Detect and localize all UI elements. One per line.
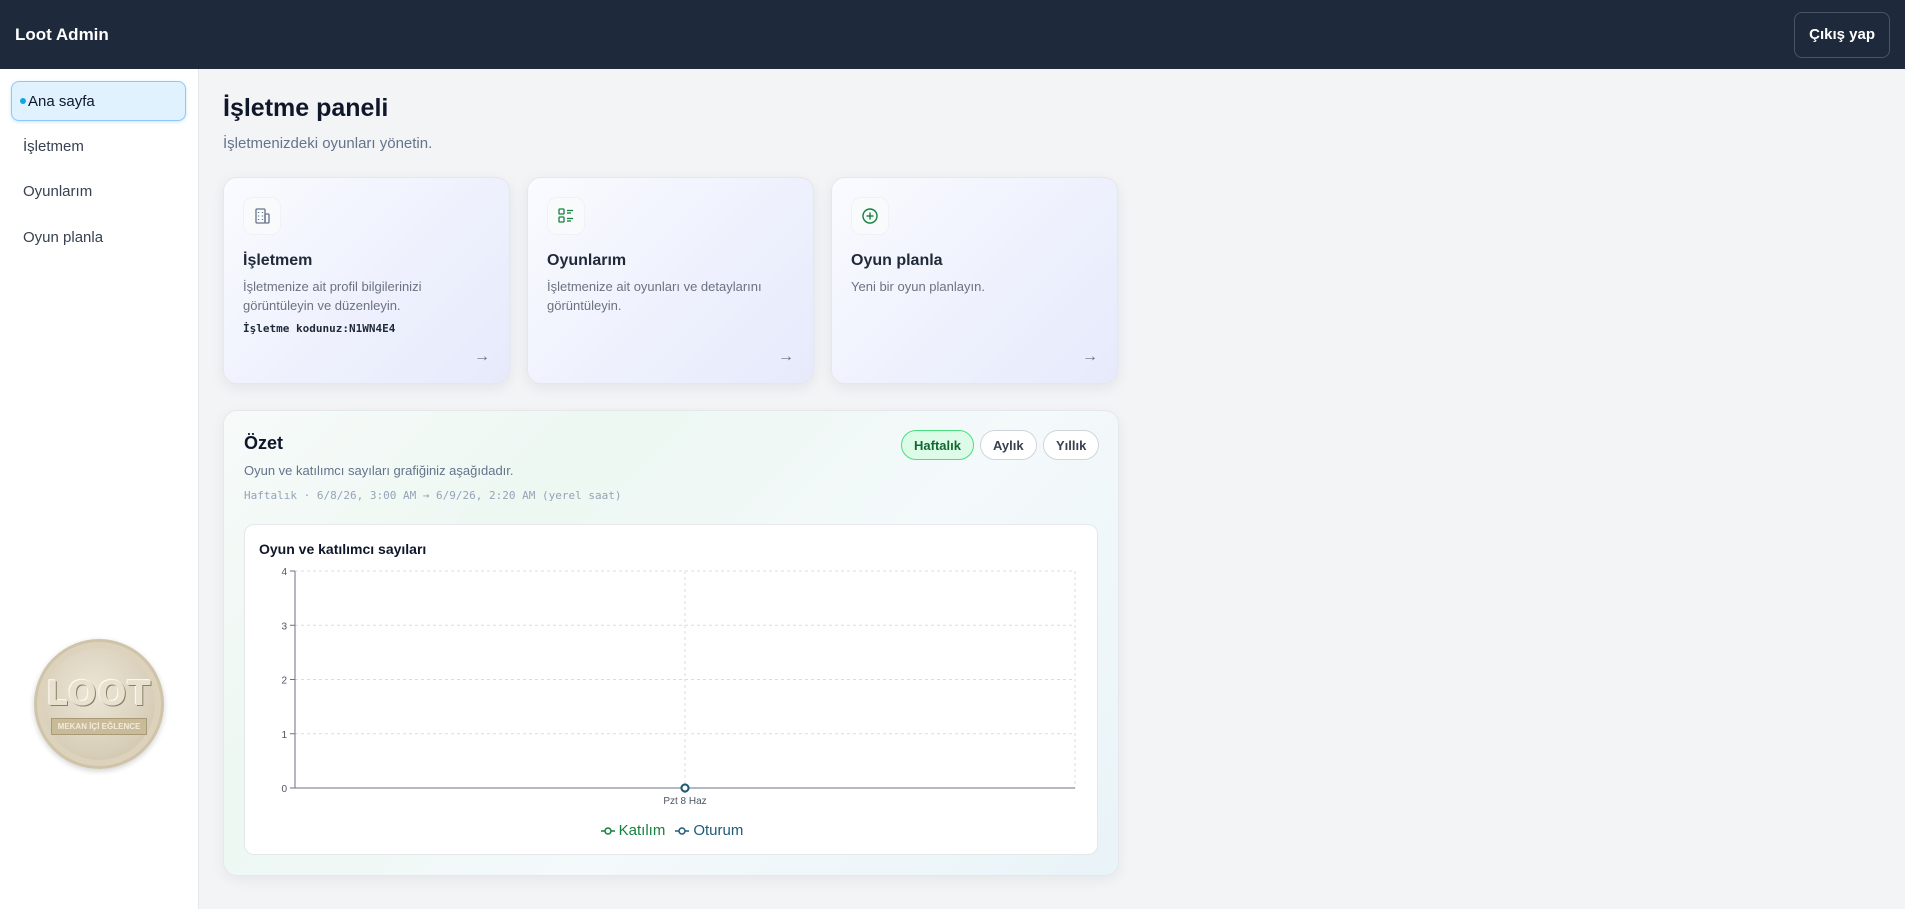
page-title: İşletme paneli: [223, 94, 389, 122]
card-title: İşletmem: [243, 252, 313, 269]
legend-marker-icon: [675, 826, 690, 835]
card-games[interactable]: Oyunlarım İşletmenize ait oyunları ve de…: [527, 177, 814, 384]
legend-item[interactable]: Oturum: [675, 822, 743, 839]
card-title: Oyunlarım: [547, 252, 627, 269]
card-description: İşletmenize ait oyunları ve detaylarını …: [547, 279, 762, 313]
logo-banner: MEKAN İÇİ EĞLENCE: [50, 717, 148, 735]
sidebar-item-home[interactable]: Ana sayfa: [11, 81, 186, 121]
legend-label: Oturum: [693, 822, 744, 839]
logo-text: LOOT: [46, 673, 152, 714]
card-business[interactable]: İşletmem İşletmenize ait profil bilgiler…: [223, 177, 510, 384]
summary-title: Özet: [244, 433, 284, 453]
period-yearly-button[interactable]: Yıllık: [1043, 430, 1100, 460]
chart-container: Oyun ve katılımcı sayıları 0 1 2 3 4 Pzt 8 Ha…: [244, 524, 1098, 855]
logout-button[interactable]: Çıkış yap: [1794, 11, 1890, 58]
line-chart: 0 1 2 3 4 Pzt 8 Haz: [281, 567, 1076, 807]
y-tick-label: 3: [281, 621, 287, 632]
y-tick-label: 1: [281, 730, 287, 741]
data-point: [680, 783, 690, 793]
plus-circle-icon: [851, 197, 889, 235]
sidebar-item-label: Oyun planla: [23, 228, 104, 246]
summary-panel: Özet Oyun ve katılımcı sayıları grafiğin…: [223, 410, 1119, 876]
sidebar: Ana sayfa İşletmem Oyunlarım Oyun planla…: [0, 69, 199, 909]
top-bar: Loot Admin Çıkış yap: [0, 0, 1905, 69]
business-code-label: İşletme kodunuz:: [243, 322, 349, 335]
y-tick-label: 0: [281, 784, 287, 795]
arrow-right-icon: →: [1082, 348, 1098, 365]
active-dot-icon: [20, 98, 26, 104]
arrow-right-icon: →: [778, 348, 794, 365]
list-icon: [547, 197, 585, 235]
sidebar-item-plan-game[interactable]: Oyun planla: [11, 217, 186, 257]
card-plan-game[interactable]: Oyun planla Yeni bir oyun planlayın. →: [831, 177, 1118, 384]
legend-label: Katılım: [618, 822, 666, 839]
y-tick-label: 2: [281, 676, 287, 687]
building-icon: [243, 197, 281, 235]
period-monthly-button[interactable]: Aylık: [980, 430, 1037, 460]
chart-legend: Katılım Oturum: [245, 822, 1099, 839]
sidebar-item-label: Ana sayfa: [28, 92, 95, 110]
period-weekly-button[interactable]: Haftalık: [901, 430, 974, 460]
business-code-value: N1WN4E4: [348, 322, 396, 335]
legend-item[interactable]: Katılım: [600, 822, 666, 839]
summary-description: Oyun ve katılımcı sayıları grafiğiniz aş…: [244, 463, 514, 478]
loot-coin-logo: LOOT MEKAN İÇİ EĞLENCE: [34, 639, 164, 769]
card-description: Yeni bir oyun planlayın.: [851, 279, 985, 294]
page-subtitle: İşletmenizdeki oyunları yönetin.: [223, 135, 433, 152]
sidebar-item-business[interactable]: İşletmem: [11, 126, 186, 166]
x-tick-label: Pzt 8 Haz: [663, 796, 706, 807]
sidebar-item-games[interactable]: Oyunlarım: [11, 171, 186, 211]
legend-marker-icon: [600, 826, 615, 835]
business-code: İşletme kodunuz:N1WN4E4: [243, 322, 395, 335]
summary-date-range: Haftalık · 6/8/26, 3:00 AM → 6/9/26, 2:2…: [244, 489, 622, 502]
sidebar-item-label: İşletmem: [23, 137, 84, 155]
sidebar-item-label: Oyunlarım: [23, 182, 93, 200]
card-title: Oyun planla: [851, 252, 943, 269]
app-title: Loot Admin: [15, 24, 109, 44]
card-description: İşletmenize ait profil bilgilerinizi gör…: [243, 279, 422, 313]
y-tick-label: 4: [281, 567, 287, 578]
arrow-right-icon: →: [474, 348, 490, 365]
